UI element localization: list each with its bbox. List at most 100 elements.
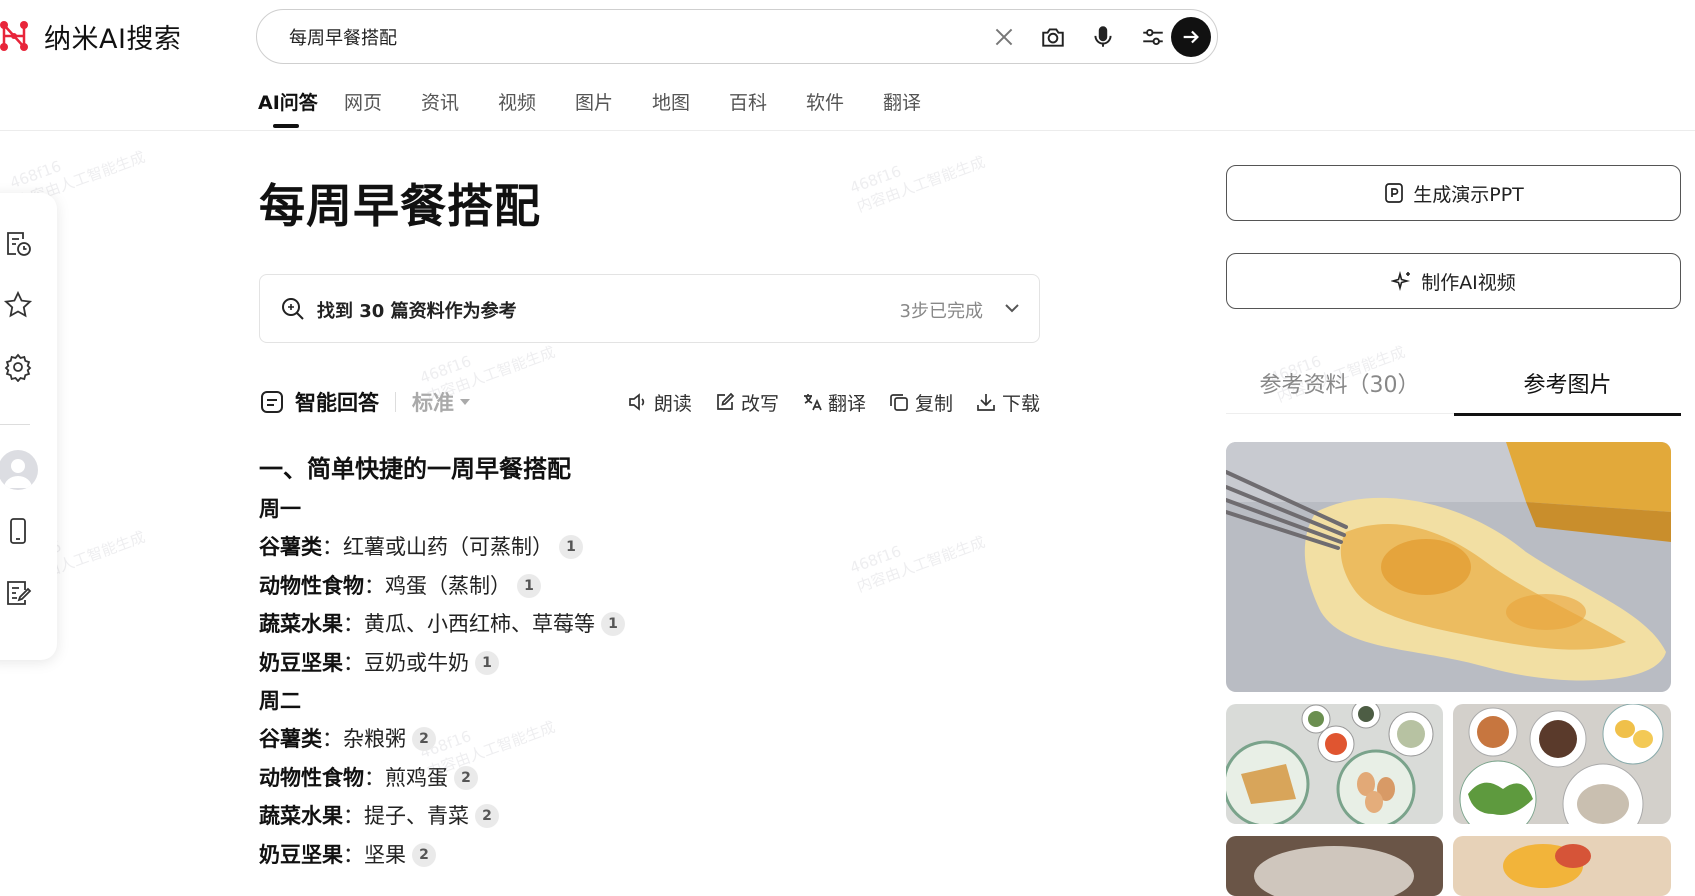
steps-status: 3步已完成 [899, 301, 983, 322]
list-item: 蔬菜水果 ：黄瓜、小西红柿、草莓等 1 [259, 605, 1040, 644]
star-icon[interactable] [2, 289, 34, 321]
rewrite-label: 改写 [740, 392, 779, 415]
food-detail: ：杂粮粥 [322, 727, 406, 751]
answer-mode-dropdown[interactable]: 标准 [412, 387, 470, 417]
food-detail: ：红薯或山药（可蒸制） [322, 535, 553, 559]
mobile-phone-icon[interactable] [2, 515, 34, 547]
tab-map[interactable]: 地图 [652, 88, 729, 130]
translate-label: 翻译 [827, 392, 866, 415]
list-item: 奶豆坚果 ：豆奶或牛奶 1 [259, 644, 1040, 683]
sidebar-divider [0, 424, 30, 425]
copy-icon [890, 394, 908, 411]
caret-down-icon [460, 399, 470, 405]
tab-news[interactable]: 资讯 [421, 88, 498, 130]
citation-badge[interactable]: 1 [601, 612, 625, 637]
food-category: 谷薯类 [259, 727, 322, 751]
citation-badge[interactable]: 2 [412, 842, 436, 867]
reference-image[interactable] [1453, 836, 1671, 896]
download-button[interactable]: 下载 [975, 389, 1040, 416]
download-icon [977, 394, 995, 411]
tab-ai-qa[interactable]: AI问答 [258, 88, 344, 130]
food-category: 谷薯类 [259, 535, 322, 559]
copy-label: 复制 [914, 392, 953, 415]
search-submit-button[interactable] [1171, 17, 1211, 57]
search-input[interactable] [287, 24, 927, 50]
answer-content: 一、简单快捷的一周早餐搭配 周一 谷薯类 ：红薯或山药（可蒸制） 1 动物性食物 ：鸡… [259, 450, 1040, 874]
app-name: 纳米AI搜索 [44, 23, 182, 55]
tab-web[interactable]: 网页 [344, 88, 421, 130]
list-item: 蔬菜水果 ：提子、青菜 2 [259, 797, 1040, 836]
smart-answer-title: 智能回答 [295, 391, 379, 415]
microphone-icon[interactable] [1089, 23, 1117, 51]
list-item: 奶豆坚果 ：坚果 2 [259, 836, 1040, 875]
search-type-tabs: AI问答 网页 资讯 视频 图片 地图 百科 软件 翻译 [258, 88, 960, 130]
edit-note-icon[interactable] [2, 577, 34, 609]
make-ai-video-label: 制作AI视频 [1421, 271, 1516, 294]
generate-ppt-label: 生成演示PPT [1413, 183, 1524, 206]
reference-image[interactable] [1453, 704, 1671, 824]
food-category: 奶豆坚果 [259, 650, 343, 675]
download-label: 下载 [1001, 392, 1040, 415]
gear-icon[interactable] [2, 351, 34, 383]
avatar[interactable] [0, 450, 38, 490]
logo-icon [0, 21, 28, 51]
food-detail: ：鸡蛋（蒸制） [364, 573, 511, 598]
rewrite-button[interactable]: 改写 [714, 389, 779, 416]
tab-images[interactable]: 图片 [575, 88, 652, 130]
search-box [256, 9, 1218, 64]
answer-icon [261, 391, 283, 413]
food-detail: ：黄瓜、小西红柿、草莓等 [343, 612, 595, 636]
tab-encyclopedia[interactable]: 百科 [729, 88, 806, 130]
answer-mode-value: 标准 [412, 391, 454, 415]
food-category: 蔬菜水果 [259, 804, 343, 828]
toolbar-divider [395, 392, 396, 412]
reference-tabs: 参考资料（30） 参考图片 [1226, 352, 1681, 416]
reference-image[interactable] [1226, 836, 1443, 896]
sources-count-text: 找到 30 篇资料作为参考 [317, 301, 517, 322]
citation-badge[interactable]: 2 [412, 727, 436, 752]
food-detail: ：煎鸡蛋 [364, 765, 448, 790]
citation-badge[interactable]: 1 [475, 650, 499, 675]
reference-image[interactable] [1226, 442, 1671, 692]
arrow-right-icon [1183, 30, 1199, 44]
tab-translate[interactable]: 翻译 [883, 88, 960, 130]
list-item: 动物性食物 ：煎鸡蛋 2 [259, 759, 1040, 798]
top-header: 纳米AI搜索 AI问答 网页 资讯 视频 图片 地图 百科 软件 翻译 [0, 0, 1695, 131]
logo[interactable]: 纳米AI搜索 [0, 16, 181, 56]
tab-video[interactable]: 视频 [498, 88, 575, 130]
generate-ppt-button[interactable]: 生成演示PPT [1226, 165, 1681, 221]
tab-software[interactable]: 软件 [806, 88, 883, 130]
citation-badge[interactable]: 1 [559, 535, 583, 560]
sources-summary-card[interactable]: 找到 30 篇资料作为参考 3步已完成 [259, 274, 1040, 343]
translate-button[interactable]: 翻译 [801, 389, 866, 416]
list-item: 动物性食物 ：鸡蛋（蒸制） 1 [259, 567, 1040, 606]
section-heading: 一、简单快捷的一周早餐搭配 [259, 455, 571, 483]
food-category: 奶豆坚果 [259, 842, 343, 867]
citation-badge[interactable]: 1 [517, 573, 541, 598]
reference-image[interactable] [1226, 704, 1443, 824]
filter-settings-icon[interactable] [1139, 23, 1167, 51]
list-item: 谷薯类 ：红薯或山药（可蒸制） 1 [259, 528, 1040, 567]
food-detail: ：坚果 [343, 842, 406, 867]
clear-icon[interactable] [990, 23, 1018, 51]
page-title: 每周早餐搭配 [259, 179, 541, 233]
tab-reference-sources[interactable]: 参考资料（30） [1226, 352, 1453, 414]
make-ai-video-button[interactable]: 制作AI视频 [1226, 253, 1681, 309]
history-icon[interactable] [2, 227, 34, 259]
sparkle-icon [1391, 270, 1411, 292]
day-heading: 周一 [259, 497, 301, 521]
camera-icon[interactable] [1039, 23, 1067, 51]
food-detail: ：提子、青菜 [343, 804, 469, 828]
citation-badge[interactable]: 2 [475, 804, 499, 829]
speaker-icon [629, 393, 645, 411]
translate-icon [803, 394, 822, 411]
read-aloud-button[interactable]: 朗读 [627, 389, 692, 416]
citation-badge[interactable]: 2 [454, 765, 478, 790]
chevron-down-icon [1005, 304, 1019, 313]
tab-reference-images[interactable]: 参考图片 [1454, 352, 1681, 416]
edit-icon [717, 392, 735, 410]
read-aloud-label: 朗读 [653, 392, 692, 415]
food-category: 蔬菜水果 [259, 612, 343, 636]
answer-toolbar: 智能回答 标准 朗读 改写 翻译 复制 下载 [259, 385, 1040, 419]
copy-button[interactable]: 复制 [888, 389, 953, 416]
